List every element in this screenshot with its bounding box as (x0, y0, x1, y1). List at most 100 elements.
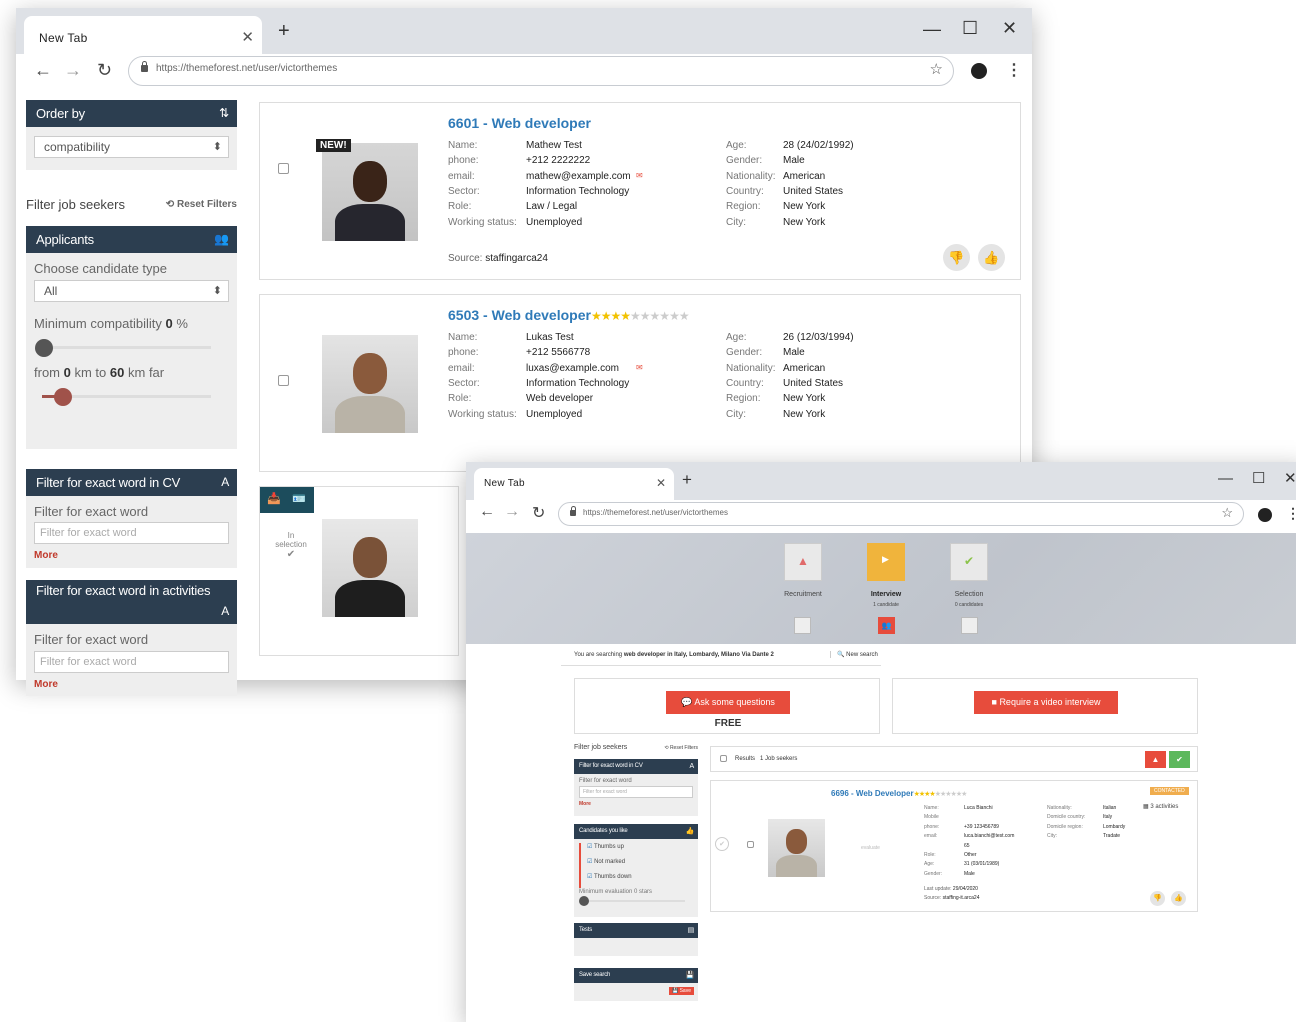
checkbox-icon[interactable]: ☑ (587, 859, 592, 865)
star-empty-icon[interactable]: ★ (961, 791, 967, 798)
reload-icon[interactable]: ↻ (532, 503, 545, 523)
select-all-checkbox[interactable] (720, 755, 727, 762)
tab-strip: New Tab ✕ + — ☐ ✕ (466, 462, 1296, 500)
star-empty-icon[interactable]: ★ (640, 309, 651, 323)
new-tab-icon[interactable]: + (278, 20, 290, 43)
recruitment-toggle[interactable] (794, 617, 811, 634)
candidate-type-select[interactable]: All (34, 280, 229, 302)
recruitment-step[interactable]: ▲ (784, 543, 822, 581)
maximize-icon[interactable]: ☐ (962, 18, 978, 39)
checkbox-icon[interactable]: ☑ (587, 844, 592, 850)
recruitment-action-button[interactable]: ▲ (1145, 751, 1166, 768)
selection-toggle[interactable] (961, 617, 978, 634)
save-button[interactable]: 💾 Save (668, 987, 694, 995)
compat-slider-thumb[interactable] (35, 339, 53, 357)
star-filled-icon[interactable]: ★ (601, 309, 612, 323)
close-window-icon[interactable]: ✕ (1284, 469, 1296, 487)
new-tab-icon[interactable]: + (682, 470, 692, 490)
w2-candidate-card[interactable]: ✔ evaluate 6696 - Web Developer★★★★★★★★★… (710, 780, 1198, 912)
bookmark-star-icon[interactable]: ☆ (930, 60, 943, 78)
eval-slider[interactable] (579, 895, 693, 907)
address-bar[interactable]: https://themeforest.net/user/victortheme… (128, 56, 954, 86)
address-bar[interactable]: https://themeforest.net/user/victortheme… (558, 502, 1244, 526)
w2-reset-filters[interactable]: ⟲ Reset Filters (664, 745, 698, 751)
forward-icon[interactable]: → (504, 503, 520, 521)
candidate-card[interactable]: 📥 🪪 In selection ✔ (259, 486, 459, 656)
cv-more-link[interactable]: More (34, 550, 229, 561)
selection-step[interactable]: ✔ (950, 543, 988, 581)
job-title-link[interactable]: 6503 - Web developer★★★★★★★★★★ (448, 307, 690, 323)
likes-option[interactable]: ☑ Not marked (587, 858, 693, 873)
close-tab-icon[interactable]: ✕ (241, 28, 254, 46)
thumbs-down-icon[interactable]: 👎 (1150, 891, 1165, 906)
new-search-link[interactable]: 🔍 New search (830, 651, 878, 658)
thumbs-up-icon[interactable]: 👍 (978, 244, 1005, 271)
mail-icon[interactable]: ✉ (636, 360, 643, 375)
source-line: Source: staffingarca24 (448, 253, 548, 264)
reload-icon[interactable]: ↻ (97, 60, 112, 81)
w2-cv-input[interactable]: Filter for exact word (579, 786, 693, 798)
activities-filter-input[interactable]: Filter for exact word (34, 651, 229, 673)
ask-questions-button[interactable]: 💬 Ask some questions (666, 691, 790, 714)
star-filled-icon[interactable]: ★ (591, 309, 602, 323)
inbox-icon[interactable]: 📥 (267, 492, 281, 505)
star-empty-icon[interactable]: ★ (669, 309, 680, 323)
star-empty-icon[interactable]: ★ (650, 309, 661, 323)
bookmark-star-icon[interactable]: ☆ (1221, 505, 1233, 521)
close-window-icon[interactable]: ✕ (1002, 18, 1017, 39)
questions-panel: 💬 Ask some questions FREE (574, 678, 880, 734)
browser-tab[interactable]: New Tab ✕ (24, 16, 262, 54)
likes-option[interactable]: ☑ Thumbs down (587, 873, 693, 888)
thumbs-up-icon[interactable]: 👍 (1171, 891, 1186, 906)
cv-filter-input[interactable]: Filter for exact word (34, 522, 229, 544)
forward-icon[interactable]: → (64, 60, 82, 81)
users-icon[interactable]: 👥 (878, 617, 895, 634)
back-icon[interactable]: ← (479, 503, 495, 521)
star-filled-icon[interactable]: ★ (610, 309, 621, 323)
star-empty-icon[interactable]: ★ (659, 309, 670, 323)
check-circle-icon[interactable]: ✔ (715, 837, 729, 851)
w2-more-link[interactable]: More (579, 801, 693, 807)
thumbs-down-icon[interactable]: 👎 (943, 244, 970, 271)
checkbox-icon[interactable]: ☑ (587, 874, 592, 880)
video-interview-button[interactable]: ■ Require a video interview (974, 691, 1118, 714)
interview-step[interactable]: ▶ (867, 543, 905, 581)
id-card-icon[interactable]: 🪪 (292, 492, 306, 505)
mail-icon[interactable]: ✉ (636, 168, 643, 183)
maximize-icon[interactable]: ☐ (1252, 469, 1265, 487)
activities-link[interactable]: ▦ 3 activities (1143, 803, 1178, 810)
candidate-card[interactable]: NEW! 6601 - Web developer Name: Mathew Te… (259, 102, 1021, 280)
close-tab-icon[interactable]: ✕ (656, 476, 666, 490)
distance-slider[interactable] (34, 384, 229, 408)
tests-header[interactable]: Tests ▤ (574, 923, 698, 938)
minimize-icon[interactable]: — (1218, 470, 1233, 487)
order-by-select[interactable]: compatibility (34, 136, 229, 158)
distance-slider-thumb[interactable] (54, 388, 72, 406)
w2-job-title-link[interactable]: 6696 - Web Developer★★★★★★★★★★ (831, 789, 967, 798)
info-key: Country: (726, 377, 764, 389)
selection-action-button[interactable]: ✔ (1169, 751, 1190, 768)
minimize-icon[interactable]: — (923, 19, 941, 40)
star-empty-icon[interactable]: ★ (630, 309, 641, 323)
eval-slider-thumb[interactable] (579, 896, 589, 906)
menu-kebab-icon[interactable]: ⋮ (1286, 505, 1296, 522)
activities-more-link[interactable]: More (34, 679, 229, 690)
job-title-link[interactable]: 6601 - Web developer (448, 115, 591, 131)
info-value: 26 (12/03/1994) (783, 332, 854, 343)
select-checkbox[interactable] (278, 375, 289, 386)
likes-option[interactable]: ☑ Thumbs up (587, 843, 693, 858)
profile-avatar-icon[interactable] (971, 63, 987, 79)
compat-slider[interactable] (34, 335, 229, 359)
reset-filters-link[interactable]: ⟲ Reset Filters (166, 199, 237, 210)
back-icon[interactable]: ← (34, 60, 52, 81)
selection-count: 0 candidates (954, 602, 984, 608)
star-filled-icon[interactable]: ★ (620, 309, 631, 323)
text-icon: A (689, 763, 695, 770)
select-checkbox[interactable] (747, 841, 754, 848)
select-checkbox[interactable] (278, 163, 289, 174)
profile-avatar-icon[interactable] (1258, 508, 1272, 522)
star-empty-icon[interactable]: ★ (679, 309, 690, 323)
browser-tab[interactable]: New Tab ✕ (474, 468, 674, 500)
candidate-card[interactable]: 6503 - Web developer★★★★★★★★★★ Name: Luka… (259, 294, 1021, 472)
menu-kebab-icon[interactable]: ⋮ (1006, 60, 1022, 80)
